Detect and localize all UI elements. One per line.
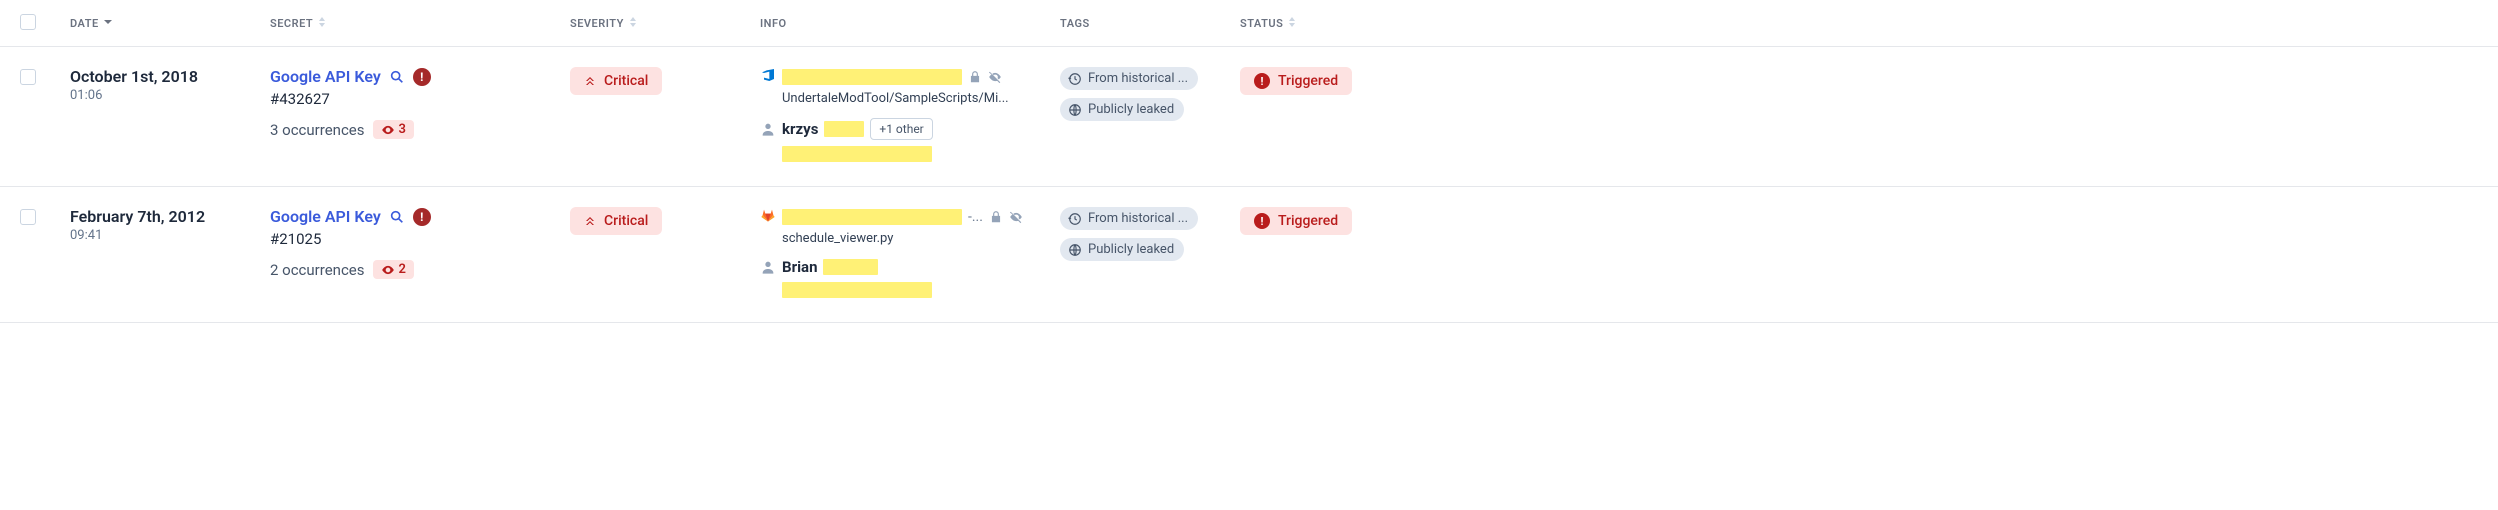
tag-text: Publicly leaked (1088, 102, 1174, 117)
eye-icon (381, 123, 395, 137)
chevron-down-icon (103, 17, 113, 30)
redacted-user-suffix (824, 121, 864, 137)
date-value: February 7th, 2012 (70, 207, 270, 226)
time-value: 09:41 (70, 228, 270, 243)
alert-icon: ! (1254, 213, 1270, 229)
header-tags-label: TAGS (1060, 17, 1090, 30)
redacted-repo (782, 69, 962, 85)
severity-text: Critical (604, 73, 648, 89)
alert-icon: ! (413, 68, 431, 86)
file-path: schedule_viewer.py (782, 231, 1060, 246)
header-severity[interactable]: SEVERITY (570, 17, 638, 30)
tag-text: Publicly leaked (1088, 242, 1174, 257)
globe-icon (1068, 103, 1082, 117)
secret-name-link[interactable]: Google API Key (270, 67, 381, 86)
user-name: Brian (782, 258, 817, 276)
eye-icon (381, 263, 395, 277)
header-date-label: DATE (70, 17, 99, 30)
gitlab-icon (760, 207, 776, 227)
date-value: October 1st, 2018 (70, 67, 270, 86)
occurrences-text: 3 occurrences (270, 121, 365, 139)
occurrences-text: 2 occurrences (270, 261, 365, 279)
magnify-icon[interactable] (389, 69, 405, 85)
severity-text: Critical (604, 213, 648, 229)
header-status-label: STATUS (1240, 17, 1283, 30)
tag-publicly-leaked[interactable]: Publicly leaked (1060, 238, 1184, 261)
secret-id: #21025 (270, 230, 570, 248)
occurrences-badge: 2 (373, 260, 414, 279)
header-date[interactable]: DATE (70, 17, 113, 30)
double-chevron-up-icon (584, 75, 596, 87)
occurrences-badge: 3 (373, 120, 414, 139)
header-status[interactable]: STATUS (1240, 17, 1297, 30)
table-row[interactable]: February 7th, 2012 09:41 Google API Key … (0, 187, 2498, 323)
secrets-table: DATE SECRET SEVERITY (0, 0, 2498, 323)
alert-icon: ! (413, 208, 431, 226)
severity-badge: Critical (570, 207, 662, 235)
magnify-icon[interactable] (389, 209, 405, 225)
sort-icon (1287, 17, 1297, 30)
user-name: krzys (782, 120, 818, 138)
alert-icon: ! (1254, 73, 1270, 89)
header-severity-label: SEVERITY (570, 17, 624, 30)
occurrences-count: 3 (399, 122, 406, 137)
tag-historical[interactable]: From historical ... (1060, 207, 1198, 230)
header-secret[interactable]: SECRET (270, 17, 327, 30)
header-info-label: INFO (760, 17, 787, 30)
double-chevron-up-icon (584, 215, 596, 227)
user-icon (760, 121, 776, 137)
status-badge: ! Triggered (1240, 207, 1352, 235)
redacted-repo (782, 209, 962, 225)
occurrences-count: 2 (399, 262, 406, 277)
severity-badge: Critical (570, 67, 662, 95)
tag-historical[interactable]: From historical ... (1060, 67, 1198, 90)
redacted-line (782, 282, 932, 298)
tag-text: From historical ... (1088, 211, 1188, 226)
time-value: 01:06 (70, 88, 270, 103)
tag-text: From historical ... (1088, 71, 1188, 86)
visibility-off-icon (988, 70, 1002, 84)
file-path: UndertaleModTool/SampleScripts/Mi... (782, 91, 1060, 106)
user-icon (760, 259, 776, 275)
header-secret-label: SECRET (270, 17, 313, 30)
status-badge: ! Triggered (1240, 67, 1352, 95)
visibility-off-icon (1009, 210, 1023, 224)
secret-id: #432627 (270, 90, 570, 108)
header-info: INFO (760, 17, 787, 30)
select-all-checkbox[interactable] (20, 14, 36, 30)
redacted-user-suffix (823, 259, 878, 275)
lock-icon (989, 210, 1003, 224)
row-checkbox[interactable] (20, 69, 36, 85)
sort-icon (317, 17, 327, 30)
plus-other-badge[interactable]: +1 other (870, 118, 932, 140)
row-checkbox[interactable] (20, 209, 36, 225)
redacted-line (782, 146, 932, 162)
secret-name-link[interactable]: Google API Key (270, 207, 381, 226)
sort-icon (628, 17, 638, 30)
globe-icon (1068, 243, 1082, 257)
history-icon (1068, 212, 1082, 226)
ellipsis: -... (968, 209, 983, 225)
azure-devops-icon (760, 67, 776, 87)
header-tags: TAGS (1060, 17, 1090, 30)
lock-icon (968, 70, 982, 84)
history-icon (1068, 72, 1082, 86)
status-text: Triggered (1278, 213, 1338, 229)
table-header-row: DATE SECRET SEVERITY (0, 0, 2498, 47)
table-row[interactable]: October 1st, 2018 01:06 Google API Key !… (0, 47, 2498, 187)
status-text: Triggered (1278, 73, 1338, 89)
tag-publicly-leaked[interactable]: Publicly leaked (1060, 98, 1184, 121)
